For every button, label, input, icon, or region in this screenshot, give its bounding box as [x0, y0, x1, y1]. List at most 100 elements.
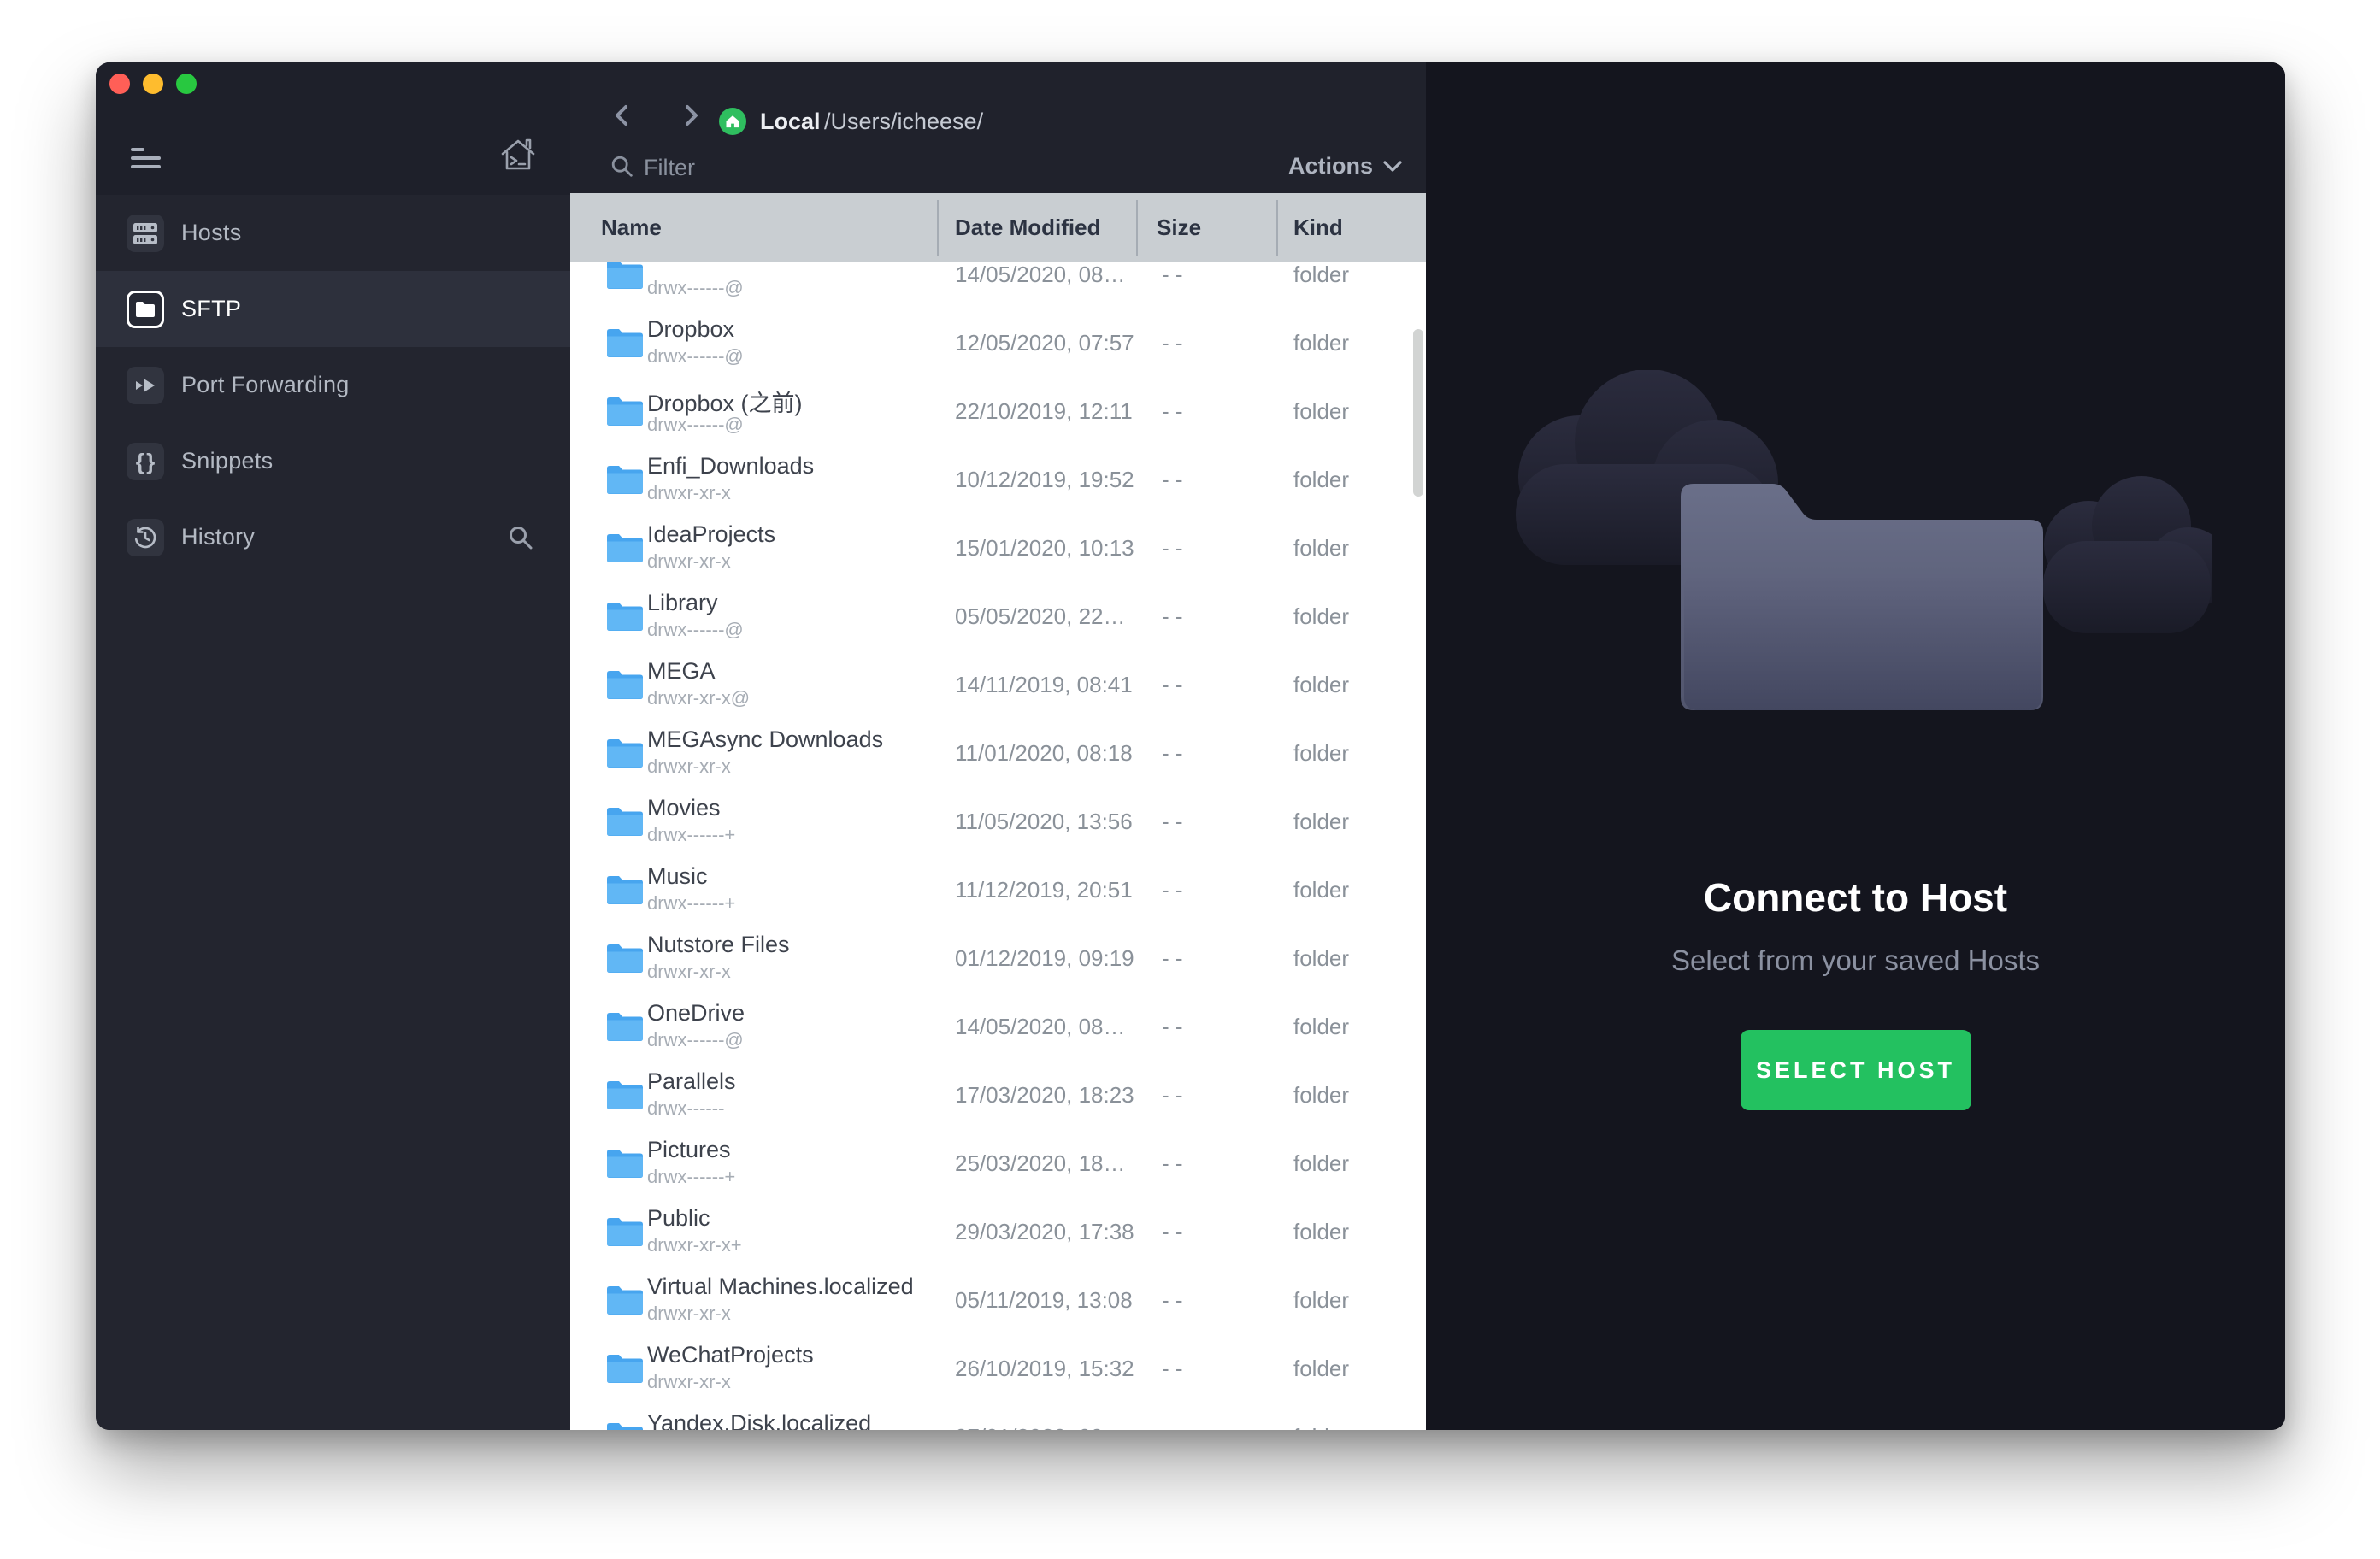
file-kind: folder: [1293, 945, 1349, 972]
file-date-modified: 17/03/2020, 18:23: [955, 1082, 1134, 1109]
app-window: Hosts SFTP Port Forwarding { }: [96, 62, 2285, 1430]
file-name: WeChatProjects: [647, 1342, 814, 1368]
cloud-right: [2043, 476, 2212, 633]
column-divider[interactable]: [1136, 200, 1138, 256]
file-date-modified: 14/05/2020, 08…: [955, 262, 1126, 288]
column-header-kind[interactable]: Kind: [1293, 193, 1343, 262]
back-icon[interactable]: [610, 103, 635, 132]
vertical-scrollbar[interactable]: [1413, 329, 1423, 497]
file-date-modified: 26/10/2019, 15:32: [955, 1356, 1134, 1382]
folder-icon: [605, 1009, 645, 1043]
file-size: - -: [1162, 1014, 1183, 1040]
file-permissions: drwx------@: [647, 414, 744, 436]
table-row[interactable]: MEGAsync Downloads drwxr-xr-x 11/01/2020…: [570, 718, 1426, 786]
breadcrumb-location[interactable]: Local: [760, 109, 821, 135]
file-name: MEGAsync Downloads: [647, 727, 883, 753]
folder-icon: [605, 1350, 645, 1385]
column-header-size[interactable]: Size: [1157, 193, 1201, 262]
table-row[interactable]: Virtual Machines.localized drwxr-xr-x 05…: [570, 1265, 1426, 1333]
table-row[interactable]: Music drwx------+ 11/12/2019, 20:51 - - …: [570, 855, 1426, 923]
breadcrumb-path[interactable]: /Users/icheese/: [824, 109, 983, 135]
table-row[interactable]: Yandex.Disk.localized 07/01/2020, 09… - …: [570, 1402, 1426, 1430]
file-kind: folder: [1293, 262, 1349, 288]
file-permissions: drwx------+: [647, 824, 735, 846]
table-row[interactable]: MEGA drwxr-xr-x@ 14/11/2019, 08:41 - - f…: [570, 650, 1426, 718]
file-size: - -: [1162, 877, 1183, 903]
sidebar-item-hosts[interactable]: Hosts: [96, 195, 570, 271]
minimize-window-button[interactable]: [143, 74, 163, 94]
file-size: - -: [1162, 603, 1183, 630]
file-size: - -: [1162, 1287, 1183, 1314]
table-row[interactable]: IdeaProjects drwxr-xr-x 15/01/2020, 10:1…: [570, 513, 1426, 581]
table-row[interactable]: Library drwx------@ 05/05/2020, 22… - - …: [570, 581, 1426, 650]
sidebar-item-sftp[interactable]: SFTP: [96, 271, 570, 347]
file-date-modified: 11/12/2019, 20:51: [955, 877, 1133, 903]
filter-input[interactable]: [642, 150, 1073, 185]
sidebar-item-label: Port Forwarding: [181, 372, 350, 398]
table-row[interactable]: WeChatProjects drwxr-xr-x 26/10/2019, 15…: [570, 1333, 1426, 1402]
file-permissions: drwxr-xr-x: [647, 1371, 731, 1393]
file-permissions: drwx------+: [647, 892, 735, 915]
file-permissions: drwxr-xr-x@: [647, 687, 750, 709]
table-row[interactable]: Dropbox (之前) drwx------@ 22/10/2019, 12:…: [570, 376, 1426, 444]
select-host-button[interactable]: SELECT HOST: [1741, 1030, 1971, 1110]
file-permissions: drwx------+: [647, 1166, 735, 1188]
file-permissions: drwxr-xr-x: [647, 550, 731, 573]
connect-panel: Connect to Host Select from your saved H…: [1426, 62, 2285, 1430]
folder-icon: [605, 393, 645, 427]
file-kind: folder: [1293, 1014, 1349, 1040]
file-name: Pictures: [647, 1137, 731, 1163]
browser-toolbar: Local /Users/icheese/ Actions: [570, 62, 1426, 193]
file-name: IdeaProjects: [647, 521, 775, 548]
file-size: - -: [1162, 467, 1183, 493]
folder-icon: [605, 872, 645, 906]
table-row[interactable]: Parallels drwx------ 17/03/2020, 18:23 -…: [570, 1060, 1426, 1128]
folder-icon: [605, 667, 645, 701]
connect-title: Connect to Host: [1426, 874, 2285, 921]
table-row[interactable]: drwx------@ 14/05/2020, 08… - - folder: [570, 262, 1426, 308]
file-date-modified: 11/05/2020, 13:56: [955, 809, 1133, 835]
file-size: - -: [1162, 1150, 1183, 1177]
column-divider[interactable]: [1276, 200, 1278, 256]
terminal-home-icon[interactable]: [498, 136, 538, 175]
column-header-date-modified[interactable]: Date Modified: [955, 193, 1100, 262]
file-date-modified: 07/01/2020, 09…: [955, 1424, 1126, 1430]
column-divider[interactable]: [937, 200, 939, 256]
history-search-icon[interactable]: [507, 524, 534, 556]
folder-front: [1684, 575, 2041, 710]
file-name: Music: [647, 863, 708, 890]
folder-icon: [605, 1214, 645, 1248]
file-date-modified: 10/12/2019, 19:52: [955, 467, 1134, 493]
table-row[interactable]: Nutstore Files drwxr-xr-x 01/12/2019, 09…: [570, 923, 1426, 991]
file-name: Nutstore Files: [647, 932, 790, 958]
close-window-button[interactable]: [109, 74, 130, 94]
table-row[interactable]: Enfi_Downloads drwxr-xr-x 10/12/2019, 19…: [570, 444, 1426, 513]
local-home-icon[interactable]: [719, 108, 746, 135]
connect-subtitle: Select from your saved Hosts: [1426, 944, 2285, 977]
file-kind: folder: [1293, 1287, 1349, 1314]
port-forwarding-icon: [127, 367, 164, 404]
file-permissions: drwxr-xr-x: [647, 1303, 731, 1325]
table-row[interactable]: Movies drwx------+ 11/05/2020, 13:56 - -…: [570, 786, 1426, 855]
forward-icon[interactable]: [678, 103, 704, 132]
file-name: Yandex.Disk.localized: [647, 1410, 871, 1430]
table-row[interactable]: OneDrive drwx------@ 14/05/2020, 08… - -…: [570, 991, 1426, 1060]
zoom-window-button[interactable]: [176, 74, 197, 94]
sidebar-item-history[interactable]: History: [96, 499, 570, 575]
sidebar-item-label: SFTP: [181, 296, 241, 322]
menu-icon[interactable]: [131, 148, 165, 172]
table-row[interactable]: Pictures drwx------+ 25/03/2020, 18… - -…: [570, 1128, 1426, 1197]
file-permissions: drwx------@: [647, 1029, 744, 1051]
table-row[interactable]: Public drwxr-xr-x+ 29/03/2020, 17:38 - -…: [570, 1197, 1426, 1265]
folder-icon: [605, 803, 645, 838]
sidebar-item-port-forwarding[interactable]: Port Forwarding: [96, 347, 570, 423]
table-row[interactable]: Dropbox drwx------@ 12/05/2020, 07:57 - …: [570, 308, 1426, 376]
sidebar-item-snippets[interactable]: { } Snippets: [96, 423, 570, 499]
file-name: Dropbox: [647, 316, 734, 343]
file-kind: folder: [1293, 1356, 1349, 1382]
file-size: - -: [1162, 1219, 1183, 1245]
column-header-name[interactable]: Name: [601, 193, 662, 262]
file-size: - -: [1162, 1356, 1183, 1382]
file-size: - -: [1162, 330, 1183, 356]
actions-button[interactable]: Actions: [1288, 153, 1402, 179]
